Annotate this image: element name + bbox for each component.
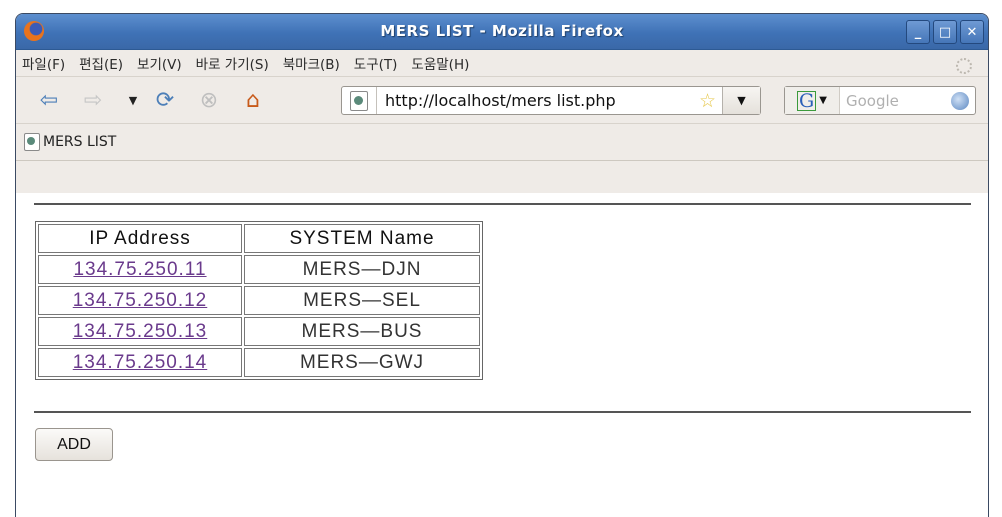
header-ip-address: IP Address	[38, 224, 242, 253]
browser-window: MERS LIST - Mozilla Firefox _ □ ✕ 파일(F) …	[15, 13, 989, 517]
ip-cell: 134.75.250.14	[38, 348, 242, 377]
close-icon: ✕	[966, 24, 978, 40]
add-button[interactable]: ADD	[35, 428, 113, 461]
search-bar[interactable]: G ▼ Google	[784, 86, 976, 115]
url-bar[interactable]: http://localhost/mers list.php ☆ ▼	[341, 86, 761, 115]
search-icon[interactable]	[951, 91, 969, 110]
chevron-down-icon: ▼	[737, 94, 746, 107]
ip-link[interactable]: 134.75.250.12	[73, 290, 208, 311]
minimize-icon: _	[914, 24, 922, 40]
home-button[interactable]: ⌂	[240, 87, 266, 113]
page-favicon-icon	[24, 133, 40, 151]
close-button[interactable]: ✕	[960, 20, 984, 44]
maximize-button[interactable]: □	[933, 20, 957, 44]
table-header-row: IP Address SYSTEM Name	[38, 224, 480, 253]
title-bar[interactable]: MERS LIST - Mozilla Firefox _ □ ✕	[16, 14, 988, 50]
page-content: IP Address SYSTEM Name 134.75.250.11 MER…	[16, 193, 988, 517]
system-name-cell: MERS—SEL	[244, 286, 480, 315]
back-arrow-icon: ⇦	[39, 87, 59, 113]
site-identity-icon[interactable]	[350, 90, 368, 111]
window-title: MERS LIST - Mozilla Firefox	[380, 22, 624, 40]
menu-go[interactable]: 바로 가기(S)	[196, 53, 269, 73]
url-history-dropdown[interactable]: ▼	[722, 87, 760, 114]
menu-edit[interactable]: 편집(E)	[79, 53, 123, 73]
ip-link[interactable]: 134.75.250.14	[73, 352, 208, 373]
navigation-toolbar: ⇦ ⇨ ▼ ⟳ ⊗ ⌂ http://localhost/mers list.p…	[16, 77, 988, 124]
forward-button[interactable]: ⇨	[80, 87, 106, 113]
ip-link[interactable]: 134.75.250.11	[73, 259, 206, 280]
bookmark-star-icon[interactable]: ☆	[699, 90, 716, 112]
url-separator	[376, 87, 377, 114]
tab-bar: MERS LIST	[16, 124, 988, 161]
stop-button[interactable]: ⊗	[196, 87, 222, 113]
history-dropdown[interactable]: ▼	[120, 87, 146, 113]
back-button[interactable]: ⇦	[36, 87, 62, 113]
search-engine-selector[interactable]: G ▼	[785, 87, 840, 114]
chevron-down-icon: ▼	[128, 93, 138, 107]
reload-icon: ⟳	[155, 87, 175, 113]
tab-title[interactable]: MERS LIST	[43, 134, 116, 150]
url-input[interactable]: http://localhost/mers list.php	[385, 91, 699, 110]
menu-bookmarks[interactable]: 북마크(B)	[283, 53, 340, 73]
table-row: 134.75.250.13 MERS—BUS	[38, 317, 480, 346]
menu-help[interactable]: 도움말(H)	[411, 53, 469, 73]
table-row: 134.75.250.12 MERS—SEL	[38, 286, 480, 315]
search-input[interactable]: Google	[846, 92, 951, 110]
throbber-icon	[956, 58, 972, 74]
menu-bar: 파일(F) 편집(E) 보기(V) 바로 가기(S) 북마크(B) 도구(T) …	[16, 50, 988, 77]
forward-arrow-icon: ⇨	[83, 87, 103, 113]
google-logo-icon: G	[797, 89, 817, 112]
chevron-down-icon: ▼	[819, 95, 827, 106]
system-name-cell: MERS—GWJ	[244, 348, 480, 377]
ip-link[interactable]: 134.75.250.13	[73, 321, 208, 342]
table-row: 134.75.250.14 MERS—GWJ	[38, 348, 480, 377]
menu-file[interactable]: 파일(F)	[22, 53, 65, 73]
header-system-name: SYSTEM Name	[244, 224, 480, 253]
home-icon: ⌂	[246, 87, 260, 113]
bottom-divider	[34, 411, 971, 413]
reload-button[interactable]: ⟳	[152, 87, 178, 113]
system-name-cell: MERS—DJN	[244, 255, 480, 284]
system-name-cell: MERS—BUS	[244, 317, 480, 346]
menu-tools[interactable]: 도구(T)	[354, 53, 398, 73]
table-row: 134.75.250.11 MERS—DJN	[38, 255, 480, 284]
ip-cell: 134.75.250.13	[38, 317, 242, 346]
mers-table: IP Address SYSTEM Name 134.75.250.11 MER…	[35, 221, 483, 380]
ip-cell: 134.75.250.12	[38, 286, 242, 315]
menu-view[interactable]: 보기(V)	[137, 53, 182, 73]
ip-cell: 134.75.250.11	[38, 255, 242, 284]
maximize-icon: □	[938, 24, 952, 40]
minimize-button[interactable]: _	[906, 20, 930, 44]
top-divider	[34, 203, 971, 205]
stop-icon: ⊗	[199, 87, 219, 113]
